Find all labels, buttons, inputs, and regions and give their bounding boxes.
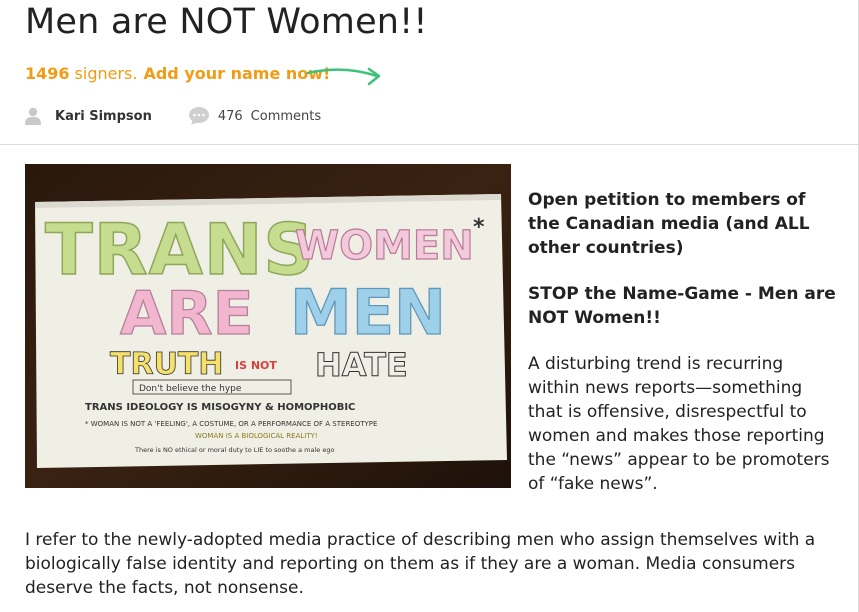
user-icon xyxy=(25,107,41,125)
sign-are: ARE xyxy=(120,279,254,349)
signers-line: 1496 signers. Add your name now! xyxy=(25,64,330,83)
add-name-link[interactable]: Add your name now! xyxy=(143,64,330,83)
sign-woman-line2: WOMAN IS A BIOLOGICAL REALITY! xyxy=(195,432,318,440)
sign-ideology: TRANS IDEOLOGY IS MISOGYNY & HOMOPHOBIC xyxy=(85,402,355,413)
comment-count: 476 xyxy=(217,108,243,124)
sign-truth: TRUTH xyxy=(110,347,224,382)
speech-bubble-icon xyxy=(188,107,209,125)
body-paragraph: I refer to the newly-adopted media pract… xyxy=(25,530,816,598)
intro-paragraph: A disturbing trend is recurring within n… xyxy=(528,354,830,494)
signers-count: 1496 xyxy=(25,64,70,83)
sign-hate: HATE xyxy=(315,346,408,384)
curved-arrow-right-icon xyxy=(306,67,381,86)
sign-woman-line: * WOMAN IS NOT A 'FEELING', A COSTUME, O… xyxy=(85,420,377,428)
author[interactable]: Kari Simpson xyxy=(25,107,152,125)
sign-asterisk: * xyxy=(473,215,485,240)
sign-dont-believe: Don't believe the hype xyxy=(139,384,242,394)
author-name[interactable]: Kari Simpson xyxy=(55,109,152,124)
intro-subheading: STOP the Name-Game - Men are NOT Women!! xyxy=(528,284,836,328)
petition-photo: TRANS WOMEN * ARE MEN TRUTH IS NOT HATE … xyxy=(25,164,511,488)
comments-link[interactable]: 476 Comments xyxy=(188,106,321,126)
comment-label: Comments xyxy=(250,108,322,124)
intro-heading: Open petition to members of the Canadian… xyxy=(528,190,810,258)
sign-men: MEN xyxy=(290,276,446,349)
sign-women: WOMEN xyxy=(295,223,474,269)
petition-title: Men are NOT Women!! xyxy=(25,2,428,42)
sign-bottom-line: There is NO ethical or moral duty to LIE… xyxy=(134,446,334,454)
sign-is-not: IS NOT xyxy=(235,359,277,372)
petition-intro: Open petition to members of the Canadian… xyxy=(528,188,838,518)
signers-label: signers. xyxy=(74,64,138,83)
petition-meta: Kari Simpson 476 Comments xyxy=(25,104,321,128)
header-divider xyxy=(0,144,859,145)
